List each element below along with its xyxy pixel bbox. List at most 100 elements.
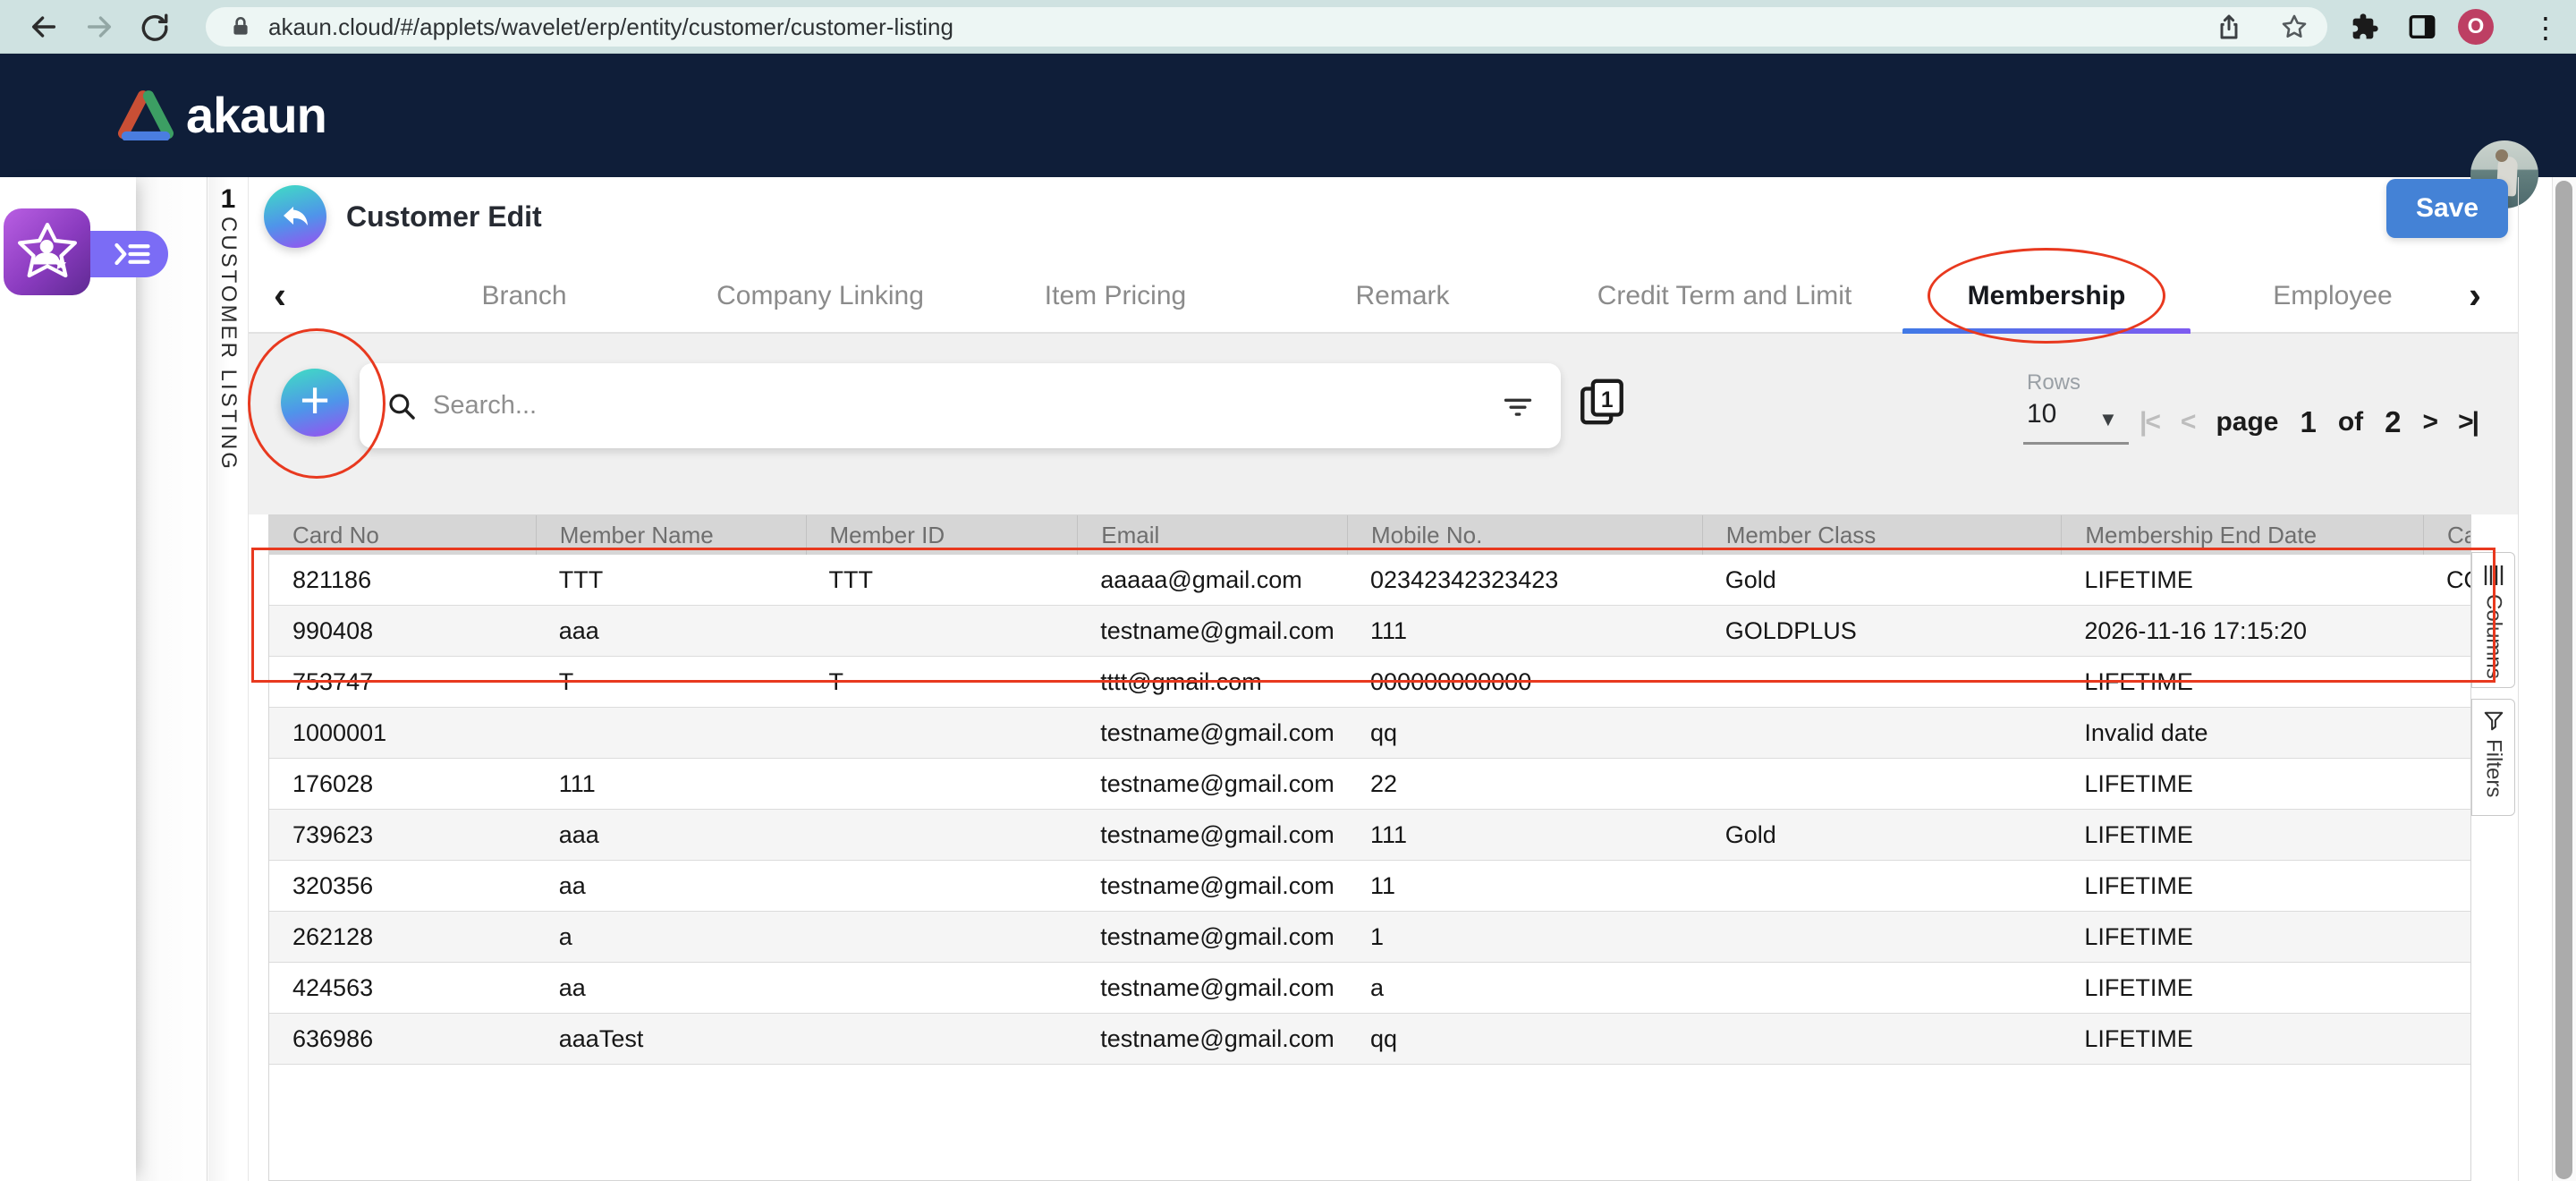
table-row[interactable]: 262128atestname@gmail.com1LIFETIME: [269, 912, 2470, 963]
next-page-button[interactable]: >: [2423, 407, 2437, 438]
table-cell: 11: [1347, 861, 1702, 911]
workspace-tab-customer-listing[interactable]: 1 CUSTOMER LISTING: [208, 177, 249, 1181]
table-cell: [2423, 810, 2470, 860]
table-cell: testname@gmail.com: [1077, 810, 1347, 860]
table-cell: [806, 708, 1078, 758]
table-cell: [2423, 912, 2470, 962]
table-cell: [2423, 606, 2470, 656]
table-cell: a: [536, 912, 806, 962]
extensions-puzzle-icon[interactable]: [2345, 0, 2385, 54]
member-star-applet-icon[interactable]: [4, 208, 90, 295]
table-cell: aaaTest: [536, 1014, 806, 1064]
table-cell: TTT: [806, 555, 1078, 605]
table-row[interactable]: 424563aatestname@gmail.comaLIFETIME: [269, 963, 2470, 1014]
tabs-scroll-right-icon[interactable]: ›: [2469, 274, 2481, 317]
table-cell: aa: [536, 861, 806, 911]
table-cell: testname@gmail.com: [1077, 708, 1347, 758]
table-cell: [806, 861, 1078, 911]
app-window: akaun.cloud/#/applets/wavelet/erp/entity…: [0, 0, 2576, 1181]
first-page-button[interactable]: |<: [2140, 407, 2159, 438]
table-cell: [1702, 912, 2062, 962]
tab-membership[interactable]: Membership: [1968, 281, 2126, 311]
add-button[interactable]: +: [281, 369, 349, 437]
table-row[interactable]: 636986aaaTesttestname@gmail.comqqLIFETIM…: [269, 1014, 2470, 1065]
total-pages: 2: [2385, 405, 2401, 439]
filter-lines-icon[interactable]: [1502, 391, 1534, 421]
table-cell: 000000000000: [1347, 657, 1702, 707]
table-cell: T: [536, 657, 806, 707]
columns-side-tab[interactable]: Columns: [2471, 552, 2515, 688]
table-cell: [806, 606, 1078, 656]
browser-menu-icon[interactable]: ⋮: [2531, 11, 2560, 45]
table-row[interactable]: 753747TTtttt@gmail.com000000000000LIFETI…: [269, 657, 2470, 708]
column-header: Membership End Date: [2061, 515, 2423, 555]
address-bar[interactable]: akaun.cloud/#/applets/wavelet/erp/entity…: [206, 7, 2327, 47]
table-row[interactable]: 990408aaatestname@gmail.com111GOLDPLUS20…: [269, 606, 2470, 657]
filters-side-tab[interactable]: Filters: [2471, 699, 2515, 816]
column-header: Member Class: [1702, 515, 2062, 555]
column-header: Member Name: [536, 515, 806, 555]
rows-per-page-select[interactable]: 10: [2027, 399, 2056, 429]
scrollbar-thumb[interactable]: [2555, 181, 2572, 1179]
column-header: Mobile No.: [1347, 515, 1702, 555]
table-row[interactable]: 1000001testname@gmail.comqqInvalid date: [269, 708, 2470, 759]
tab-company-linking[interactable]: Company Linking: [716, 281, 924, 311]
table-cell: Gold: [1702, 555, 2062, 605]
tabs-scroll-left-icon[interactable]: ‹: [274, 274, 286, 317]
dock-gap: [136, 177, 208, 1181]
table-cell: 739623: [269, 810, 536, 860]
table-cell: [2423, 708, 2470, 758]
table-cell: aaaaa@gmail.com: [1077, 555, 1347, 605]
chevron-down-icon[interactable]: ▼: [2098, 408, 2118, 431]
save-button[interactable]: Save: [2386, 179, 2508, 238]
table-cell: 111: [536, 759, 806, 809]
tab-item-pricing[interactable]: Item Pricing: [1045, 281, 1186, 311]
table-cell: 424563: [269, 963, 536, 1013]
table-row[interactable]: 821186TTTTTTaaaaa@gmail.com0234234232342…: [269, 555, 2470, 606]
last-page-button[interactable]: >|: [2458, 407, 2478, 438]
table-cell: LIFETIME: [2061, 861, 2423, 911]
rows-label: Rows: [2027, 370, 2080, 395]
tab-employee[interactable]: Employee: [2273, 281, 2392, 311]
table-header-row: Card NoMember NameMember IDEmailMobile N…: [269, 515, 2470, 555]
tab-remark[interactable]: Remark: [1355, 281, 1449, 311]
table-cell: LIFETIME: [2061, 759, 2423, 809]
search-input[interactable]: [433, 391, 1502, 421]
table-cell: [806, 963, 1078, 1013]
table-body: 821186TTTTTTaaaaa@gmail.com0234234232342…: [269, 555, 2470, 1065]
table-cell: [1702, 963, 2062, 1013]
prev-page-button[interactable]: <: [2181, 407, 2195, 438]
bookmark-star-icon[interactable]: [2279, 12, 2309, 42]
table-cell: 636986: [269, 1014, 536, 1064]
table-cell: CO: [2423, 555, 2470, 605]
table-cell: [2423, 963, 2470, 1013]
menu-expand-icon[interactable]: [79, 231, 168, 277]
duplicate-page-icon[interactable]: 1: [1576, 376, 1628, 432]
browser-back-icon[interactable]: [21, 0, 66, 54]
back-button[interactable]: [264, 185, 326, 248]
browser-profile-avatar[interactable]: O: [2458, 9, 2494, 45]
table-cell: 753747: [269, 657, 536, 707]
table-cell: 821186: [269, 555, 536, 605]
content-edge-line: [2518, 177, 2519, 1181]
table-row[interactable]: 320356aatestname@gmail.com11LIFETIME: [269, 861, 2470, 912]
app-header: akaun: [0, 54, 2576, 177]
workspace-tab-number: 1: [208, 184, 248, 215]
browser-forward-icon[interactable]: [77, 0, 122, 54]
table-cell: [806, 912, 1078, 962]
browser-reload-icon[interactable]: [132, 0, 177, 54]
table-cell: [1702, 708, 2062, 758]
tab-credit-term-and-limit[interactable]: Credit Term and Limit: [1597, 281, 1852, 311]
column-header: Member ID: [806, 515, 1078, 555]
share-icon[interactable]: [2215, 13, 2243, 41]
tab-branch[interactable]: Branch: [481, 281, 566, 311]
table-row[interactable]: 739623aaatestname@gmail.com111GoldLIFETI…: [269, 810, 2470, 861]
table-cell: 1: [1347, 912, 1702, 962]
table-cell: T: [806, 657, 1078, 707]
akaun-logo: akaun: [118, 86, 326, 144]
table-row[interactable]: 176028111testname@gmail.com22LIFETIME: [269, 759, 2470, 810]
lock-icon: [229, 13, 252, 40]
side-panel-icon[interactable]: [2402, 0, 2442, 54]
table-cell: [2423, 657, 2470, 707]
table-cell: LIFETIME: [2061, 657, 2423, 707]
